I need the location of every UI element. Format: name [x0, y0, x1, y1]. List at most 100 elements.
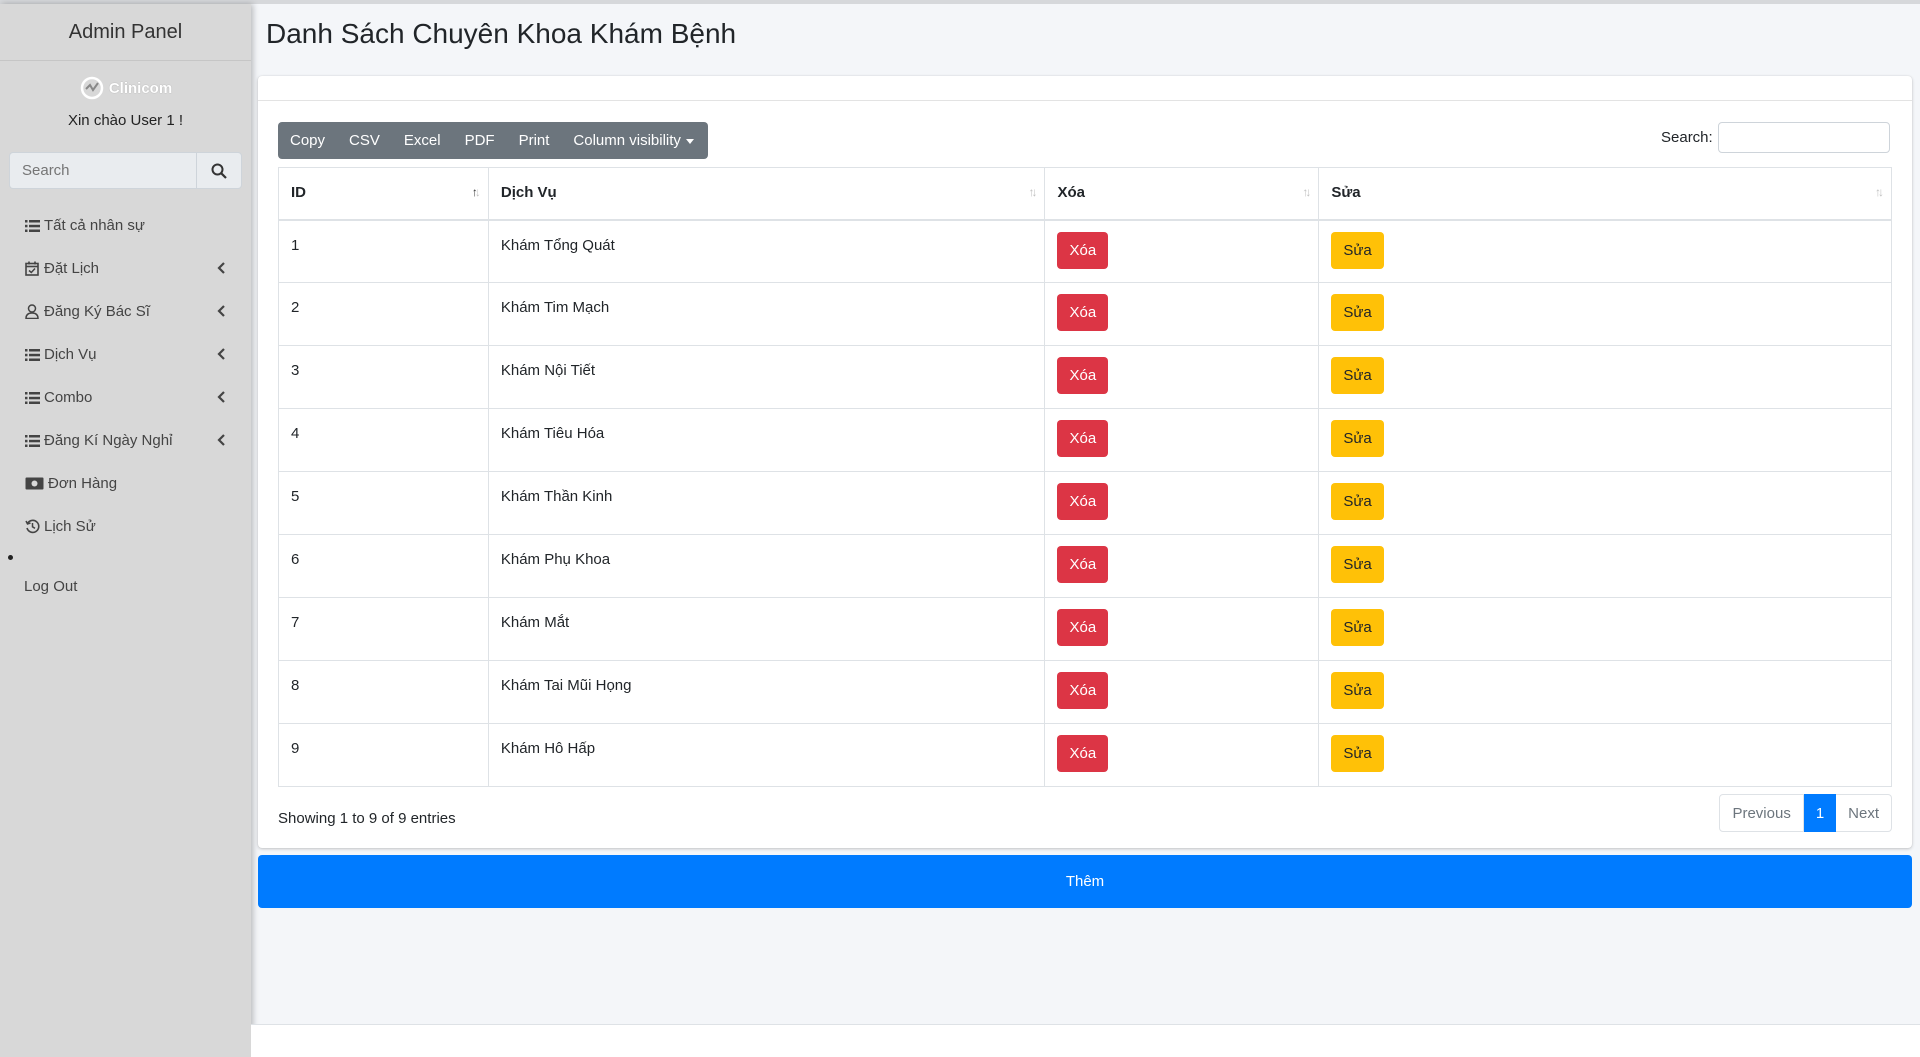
- chevron-left-icon: [217, 305, 225, 317]
- cell-service-name: Khám Mắt: [487, 597, 1046, 661]
- cell-edit: Sửa: [1318, 408, 1892, 472]
- cell-id: 5: [278, 471, 489, 535]
- delete-button[interactable]: Xóa: [1057, 672, 1109, 709]
- sidebar-item-label: Dịch Vụ: [44, 346, 97, 363]
- list-icon: [24, 433, 40, 449]
- column-header-service[interactable]: Dịch Vụ ↑↓: [487, 167, 1046, 221]
- sidebar-item-history[interactable]: Lịch Sử: [0, 505, 251, 548]
- cell-id: 2: [278, 282, 489, 346]
- cell-service-name: Khám Tim Mạch: [487, 282, 1046, 346]
- column-header-label: Xóa: [1057, 184, 1085, 201]
- table-row: 4 Khám Tiêu Hóa Xóa Sửa: [278, 408, 1892, 472]
- cell-delete: Xóa: [1044, 597, 1320, 661]
- cell-delete: Xóa: [1044, 471, 1320, 535]
- edit-button[interactable]: Sửa: [1331, 420, 1384, 457]
- clinicom-logo: Clinicom: [79, 75, 172, 101]
- search-icon: [211, 163, 227, 179]
- cell-service-name: Khám Nội Tiết: [487, 345, 1046, 409]
- sidebar-item-combo[interactable]: Combo: [0, 376, 251, 419]
- cell-id: 1: [278, 219, 489, 283]
- column-visibility-label: Column visibility: [573, 132, 681, 149]
- column-header-id[interactable]: ID ↑↓: [278, 167, 489, 221]
- sidebar-item-services[interactable]: Dịch Vụ: [0, 333, 251, 376]
- edit-button[interactable]: Sửa: [1331, 672, 1384, 709]
- sidebar-search-input[interactable]: [9, 152, 196, 189]
- cell-edit: Sửa: [1318, 471, 1892, 535]
- cell-service-name: Khám Hô Hấp: [487, 723, 1046, 787]
- pdf-button[interactable]: PDF: [453, 122, 507, 159]
- delete-button[interactable]: Xóa: [1057, 609, 1109, 646]
- sort-icon: ↑↓: [1302, 185, 1311, 199]
- logout-link[interactable]: Log Out: [24, 578, 77, 595]
- edit-button[interactable]: Sửa: [1331, 294, 1384, 331]
- pagination-next[interactable]: Next: [1836, 794, 1892, 832]
- table-header-row: ID ↑↓ Dịch Vụ ↑↓ Xóa ↑↓ Sửa ↑↓: [278, 167, 1892, 221]
- list-icon: [24, 218, 40, 234]
- footer: [251, 1025, 1920, 1057]
- cell-edit: Sửa: [1318, 723, 1892, 787]
- sidebar-item-leave-registration[interactable]: Đăng Kí Ngày Nghỉ: [0, 419, 251, 462]
- column-header-delete[interactable]: Xóa ↑↓: [1044, 167, 1320, 221]
- delete-button[interactable]: Xóa: [1057, 231, 1109, 269]
- column-header-edit[interactable]: Sửa ↑↓: [1318, 167, 1892, 221]
- delete-button[interactable]: Xóa: [1057, 546, 1109, 583]
- csv-button[interactable]: CSV: [337, 122, 392, 159]
- delete-button[interactable]: Xóa: [1057, 735, 1109, 772]
- cell-id: 7: [278, 597, 489, 661]
- edit-button[interactable]: Sửa: [1331, 231, 1384, 269]
- delete-button[interactable]: Xóa: [1057, 483, 1109, 520]
- table-row: 7 Khám Mắt Xóa Sửa: [278, 597, 1892, 661]
- pagination-page-current[interactable]: 1: [1803, 794, 1837, 832]
- print-button[interactable]: Print: [507, 122, 562, 159]
- sidebar-item-label: Đơn Hàng: [48, 475, 118, 492]
- table-row: 2 Khám Tim Mạch Xóa Sửa: [278, 282, 1892, 346]
- sidebar-search-button[interactable]: [196, 152, 242, 189]
- edit-button[interactable]: Sửa: [1331, 546, 1384, 583]
- chevron-left-icon: [217, 262, 225, 274]
- greeting-text: Xin chào User 1 !: [67, 112, 184, 129]
- copy-button[interactable]: Copy: [278, 122, 337, 159]
- cell-delete: Xóa: [1044, 408, 1320, 472]
- sort-asc-icon: ↑↓: [471, 185, 481, 199]
- cell-edit: Sửa: [1318, 534, 1892, 598]
- cell-delete: Xóa: [1044, 282, 1320, 346]
- cell-delete: Xóa: [1044, 534, 1320, 598]
- user-icon: [24, 304, 40, 320]
- table-row: 5 Khám Thần Kinh Xóa Sửa: [278, 471, 1892, 535]
- add-service-button[interactable]: Thêm: [258, 855, 1912, 908]
- column-visibility-button[interactable]: Column visibility: [561, 122, 708, 159]
- sidebar-item-all-staff[interactable]: Tất cả nhân sự: [0, 204, 251, 247]
- edit-button[interactable]: Sửa: [1331, 357, 1384, 394]
- table-row: 9 Khám Hô Hấp Xóa Sửa: [278, 723, 1892, 787]
- excel-button[interactable]: Excel: [392, 122, 453, 159]
- table-row: 6 Khám Phụ Khoa Xóa Sửa: [278, 534, 1892, 598]
- delete-button[interactable]: Xóa: [1057, 420, 1109, 457]
- cell-id: 6: [278, 534, 489, 598]
- logo-icon: [80, 76, 104, 100]
- brand-title[interactable]: Admin Panel: [0, 4, 251, 61]
- chevron-left-icon: [217, 434, 225, 446]
- edit-button[interactable]: Sửa: [1331, 609, 1384, 646]
- sidebar-item-label: Đặt Lịch: [44, 260, 100, 277]
- pagination: Previous 1 Next: [1719, 794, 1892, 832]
- cell-service-name: Khám Tiêu Hóa: [487, 408, 1046, 472]
- list-icon: [24, 347, 40, 363]
- delete-button[interactable]: Xóa: [1057, 294, 1109, 331]
- cell-delete: Xóa: [1044, 219, 1320, 283]
- chevron-left-icon: [217, 391, 225, 403]
- cell-edit: Sửa: [1318, 660, 1892, 724]
- sidebar-item-booking[interactable]: Đặt Lịch: [0, 247, 251, 290]
- sidebar-item-orders[interactable]: Đơn Hàng: [0, 462, 251, 505]
- sidebar-item-doctor-registration[interactable]: Đăng Ký Bác Sĩ: [0, 290, 251, 333]
- pagination-previous[interactable]: Previous: [1719, 794, 1804, 832]
- cell-service-name: Khám Phụ Khoa: [487, 534, 1046, 598]
- sidebar-item-label: Lịch Sử: [44, 518, 96, 535]
- table-search-input[interactable]: [1718, 122, 1890, 153]
- delete-button[interactable]: Xóa: [1057, 357, 1109, 394]
- history-icon: [24, 519, 40, 535]
- sort-icon: ↑↓: [1875, 185, 1884, 199]
- edit-button[interactable]: Sửa: [1331, 483, 1384, 520]
- edit-button[interactable]: Sửa: [1331, 735, 1384, 772]
- sidebar-item-label: Combo: [44, 389, 93, 406]
- cell-delete: Xóa: [1044, 345, 1320, 409]
